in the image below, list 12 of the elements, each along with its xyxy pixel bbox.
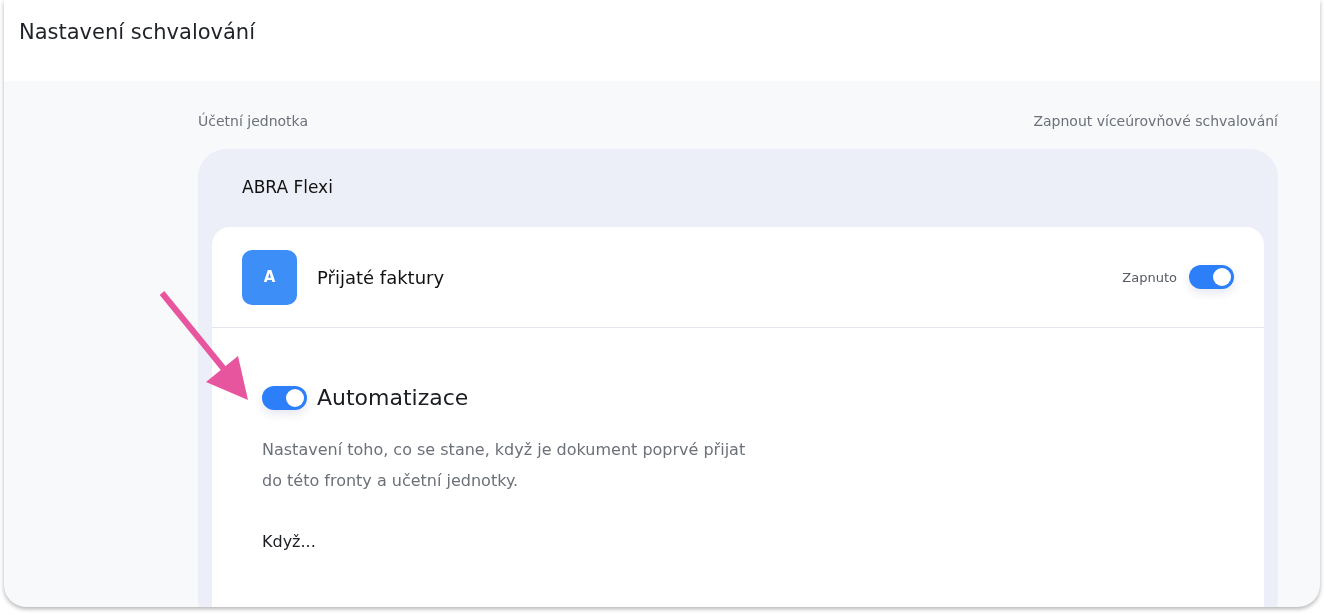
condition-label: Když...: [262, 532, 317, 551]
status-label: Zapnuto: [1122, 269, 1177, 285]
automation-description: Nastavení toho, co se stane, když je dokument poprvé přijat do této fronty a učetní jednotky.: [262, 439, 747, 492]
column-label: Účetní jednotka: [198, 113, 309, 129]
queue-toggle[interactable]: [1189, 265, 1234, 289]
automation-toggle[interactable]: [262, 385, 307, 410]
queue-avatar: A: [242, 249, 297, 305]
automation-title: Automatizace: [317, 385, 469, 410]
unit-name: ABRA Flexi: [241, 177, 334, 199]
queue-name: Přijaté faktury: [317, 266, 446, 288]
window-title: Nastavení schvalování: [19, 20, 255, 44]
column-label: Zapnout víceúrovňové schvalování: [1033, 113, 1278, 129]
